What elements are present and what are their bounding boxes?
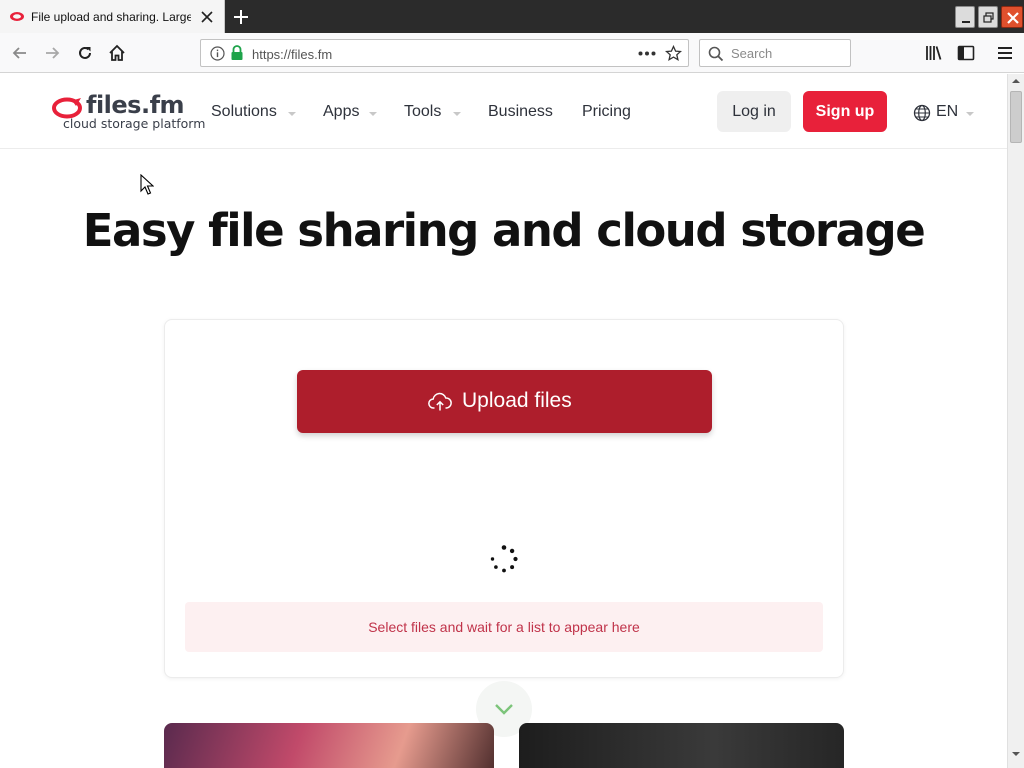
menu-item-solutions[interactable]: Solutions (211, 103, 277, 121)
language-label: EN (936, 103, 959, 120)
chevron-down-icon (288, 112, 296, 116)
page-scrollbar[interactable] (1007, 74, 1024, 768)
files-fm-favicon-icon (10, 12, 24, 21)
browser-tab[interactable]: File upload and sharing. Large file (0, 0, 225, 33)
info-icon[interactable] (210, 46, 225, 61)
login-button[interactable]: Log in (717, 91, 791, 132)
chevron-down-icon (453, 112, 461, 116)
arrow-right-icon[interactable] (42, 43, 62, 63)
restore-icon (983, 12, 994, 23)
menu-item-pricing[interactable]: Pricing (582, 103, 631, 121)
scroll-up-arrow-icon[interactable] (1011, 77, 1021, 85)
cloud-upload-icon (428, 392, 452, 411)
close-tab-icon[interactable] (199, 9, 215, 25)
menu-item-apps[interactable]: Apps (323, 103, 359, 121)
mouse-cursor-icon (140, 174, 154, 195)
chevron-down-icon (966, 112, 974, 116)
search-bar[interactable] (699, 39, 851, 67)
scroll-down-arrow-icon[interactable] (1011, 750, 1021, 758)
close-window-button[interactable] (1001, 6, 1023, 28)
home-icon[interactable] (107, 43, 127, 63)
page-viewport: files.fm cloud storage platform Solution… (0, 74, 1007, 768)
browser-toolbar: https://files.fm (0, 33, 1024, 73)
loading-spinner-icon (490, 545, 518, 573)
chevron-down-icon (369, 112, 377, 116)
arrow-left-icon[interactable] (10, 43, 30, 63)
menu-item-business[interactable]: Business (488, 103, 553, 121)
ellipsis-icon[interactable] (638, 51, 656, 56)
upload-card: Upload files Select files and wait for a… (164, 319, 844, 678)
url-text: https://files.fm (252, 47, 333, 62)
restore-button[interactable] (978, 6, 998, 28)
files-fm-logo[interactable]: files.fm cloud storage platform (52, 91, 205, 132)
reload-icon[interactable] (75, 43, 95, 63)
upload-files-label: Upload files (462, 389, 572, 412)
logo-tagline: cloud storage platform (63, 116, 206, 131)
lock-icon[interactable] (230, 45, 244, 61)
globe-icon (913, 104, 931, 122)
star-icon[interactable] (665, 45, 682, 62)
chevron-down-icon (495, 704, 513, 715)
search-input[interactable] (731, 45, 843, 62)
minimize-icon (962, 21, 970, 23)
scrollbar-thumb[interactable] (1010, 91, 1022, 143)
logo-name: files.fm (86, 91, 185, 119)
site-header: files.fm cloud storage platform Solution… (0, 74, 1007, 149)
upload-files-button[interactable]: Upload files (297, 370, 712, 433)
library-icon[interactable] (924, 43, 944, 63)
search-icon (708, 46, 724, 62)
hamburger-icon[interactable] (995, 43, 1015, 63)
tab-title: File upload and sharing. Large file (31, 10, 191, 24)
new-tab-icon[interactable] (230, 6, 252, 28)
hero-title: Easy file sharing and cloud storage (82, 204, 926, 257)
sidebar-icon[interactable] (956, 43, 976, 63)
promo-card-image[interactable] (164, 723, 494, 768)
address-bar[interactable]: https://files.fm (200, 39, 689, 67)
signup-button[interactable]: Sign up (803, 91, 887, 132)
browser-titlebar: File upload and sharing. Large file (0, 0, 1024, 33)
file-list-placeholder: Select files and wait for a list to appe… (185, 602, 823, 652)
promo-card-image[interactable] (519, 723, 844, 768)
close-icon (1007, 12, 1019, 24)
minimize-button[interactable] (955, 6, 975, 28)
menu-item-tools[interactable]: Tools (404, 103, 441, 121)
language-selector[interactable]: EN (913, 103, 977, 123)
file-list-hint: Select files and wait for a list to appe… (368, 619, 640, 635)
